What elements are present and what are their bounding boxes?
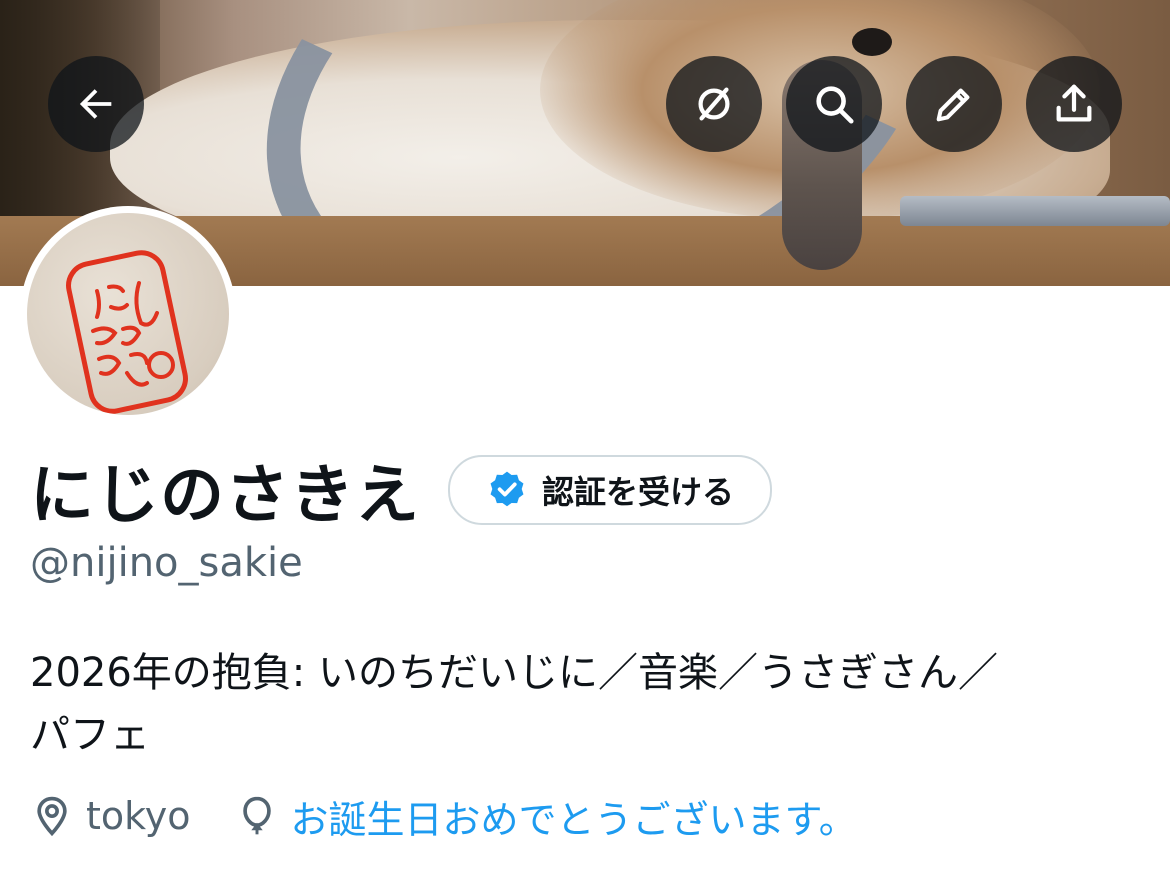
banner-rabbit-eye	[852, 28, 892, 56]
edit-button[interactable]	[906, 56, 1002, 152]
stamp-logo-icon	[66, 250, 188, 414]
bio: 2026年の抱負: いのちだいじに／音楽／うさぎさん／ パフェ	[30, 642, 1140, 766]
birthday-text[interactable]: お誕生日おめでとうございます。	[291, 789, 857, 844]
location-pin-icon	[37, 796, 67, 837]
profile-meta: tokyo お誕生日おめでとうございます。	[30, 786, 901, 846]
name-row: にじのさきえ 認証を受ける	[30, 448, 773, 533]
search-button[interactable]	[786, 56, 882, 152]
share-button[interactable]	[1026, 56, 1122, 152]
bio-line: 2026年の抱負: いのちだいじに／音楽／うさぎさん／	[30, 650, 998, 696]
get-verified-label: 認証を受ける	[542, 473, 735, 511]
verified-badge-icon	[490, 471, 524, 507]
arrow-left-icon	[79, 89, 112, 119]
back-button[interactable]	[48, 56, 144, 152]
bio-line: パフェ	[30, 712, 150, 758]
avatar-image	[27, 213, 229, 415]
search-icon	[816, 86, 854, 124]
pencil-icon	[936, 88, 970, 122]
avatar[interactable]	[20, 206, 236, 422]
display-name: にじのさきえ	[30, 459, 420, 533]
location-item: tokyo	[30, 794, 191, 838]
mute-button[interactable]	[666, 56, 762, 152]
share-icon	[1056, 84, 1092, 122]
balloon-icon	[242, 796, 271, 835]
banner-bar	[900, 196, 1170, 226]
get-verified-button[interactable]: 認証を受ける	[448, 455, 773, 525]
user-handle: @nijino_sakie	[30, 540, 303, 586]
mute-icon	[698, 87, 730, 121]
location-text: tokyo	[86, 794, 191, 838]
birthday-item[interactable]: お誕生日おめでとうございます。	[235, 789, 857, 844]
